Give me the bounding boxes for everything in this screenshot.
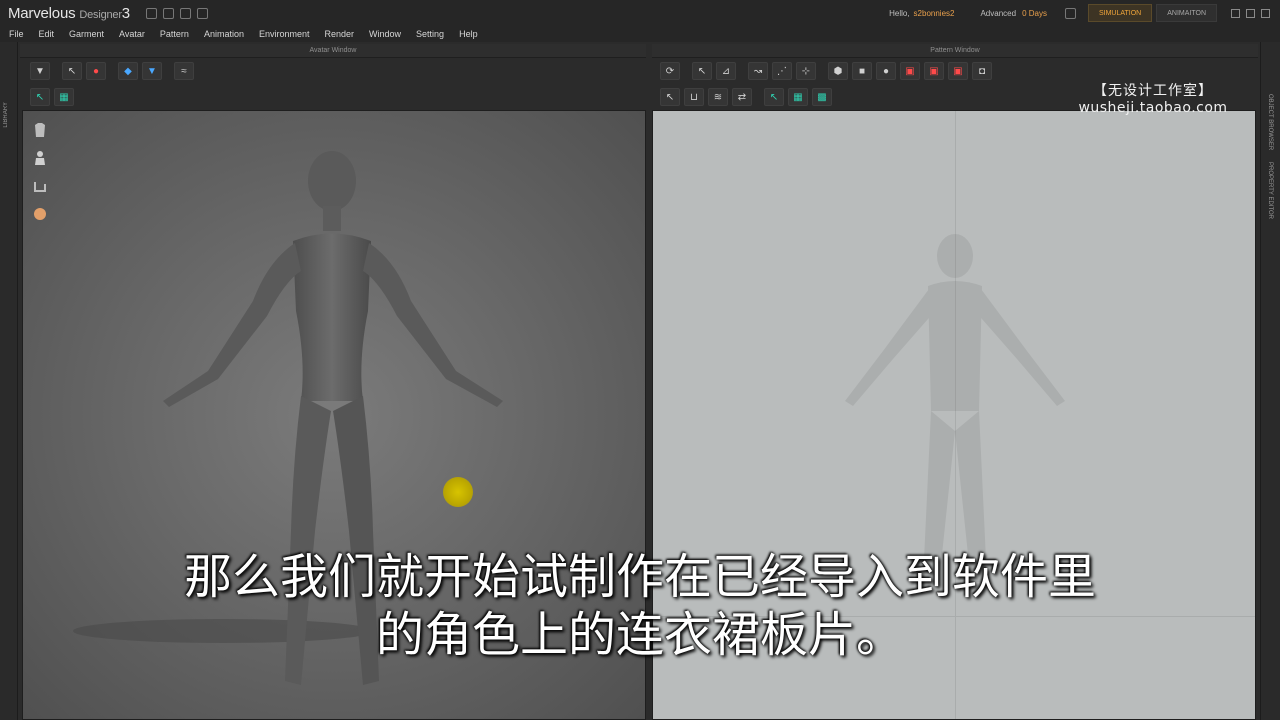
menu-environment[interactable]: Environment xyxy=(259,29,310,39)
polygon-icon[interactable]: ⬢ xyxy=(828,62,848,80)
minimize-icon[interactable] xyxy=(1231,8,1240,18)
pattern-toolbar-bottom: ↖ ⊔ ≋ ⇄ ↖ ▦ ▩ xyxy=(660,84,832,110)
segment-sewing-icon[interactable]: ↖ xyxy=(660,88,680,106)
fold-icon[interactable]: ≈ xyxy=(174,62,194,80)
add-point-icon[interactable]: ⊹ xyxy=(796,62,816,80)
grid-2d-icon[interactable]: ▦ xyxy=(788,88,808,106)
save-icon[interactable] xyxy=(145,7,157,19)
free-sewing-icon[interactable]: ⊔ xyxy=(684,88,704,106)
edit-sewing-icon[interactable]: ≋ xyxy=(708,88,728,106)
app-sub: Designer xyxy=(79,8,122,21)
select-mesh-2d-icon[interactable]: ↖ xyxy=(764,88,784,106)
gizmo-icon[interactable]: ▼ xyxy=(142,62,162,80)
watermark: 【无设计工作室】 wusheji.taobao.com xyxy=(1060,80,1246,116)
window-controls xyxy=(1231,8,1270,18)
menu-avatar[interactable]: Avatar xyxy=(119,29,145,39)
app-title: Marvelous Designer3 xyxy=(8,5,130,22)
simulation-mode-label: SIMULATION xyxy=(1098,9,1142,17)
menu-bar: File Edit Garment Avatar Pattern Animati… xyxy=(0,26,1280,42)
maximize-icon[interactable] xyxy=(1246,8,1255,18)
redo-icon[interactable] xyxy=(196,7,208,19)
select-mesh-icon[interactable]: ↖ xyxy=(30,88,50,106)
internal-polygon-icon[interactable]: ▣ xyxy=(900,62,920,80)
app-name: Marvelous xyxy=(8,4,76,22)
subtitle-line-2: 的角色上的连衣裙板片。 xyxy=(375,607,904,663)
menu-setting[interactable]: Setting xyxy=(416,29,444,39)
library-label: LIBRARY xyxy=(3,102,9,128)
watermark-cn: 【无设计工作室】 xyxy=(1093,83,1213,99)
username[interactable]: s2bonnies2 xyxy=(914,9,955,18)
pattern-window-header: Pattern Window xyxy=(652,44,1258,58)
grid-icon[interactable]: ▦ xyxy=(54,88,74,106)
subtitle-line-1: 那么我们就开始试制作在已经导入到软件里 xyxy=(183,549,1096,605)
simulation-mode-tab[interactable]: SIMULATION xyxy=(1087,4,1153,22)
app-version: 3 xyxy=(121,4,130,22)
days-remaining: 0 Days xyxy=(1022,8,1047,18)
edit-pattern-icon[interactable]: ⊿ xyxy=(716,62,736,80)
select-pattern-icon[interactable]: ↖ xyxy=(692,62,712,80)
circle-icon[interactable]: ● xyxy=(876,62,896,80)
property-editor-tab[interactable]: PROPERTY EDITOR xyxy=(1267,162,1273,219)
internal-circle-icon[interactable]: ▣ xyxy=(948,62,968,80)
menu-animation[interactable]: Animation xyxy=(204,29,244,39)
avatar-toolbar-bottom: ↖ ▦ xyxy=(30,84,74,110)
pattern-toolbar-top: ⟳ ↖ ⊿ ↝ ⋰ ⊹ ⬢ ■ ● ▣ ▣ ▣ ◘ xyxy=(660,58,992,84)
refresh-icon[interactable]: ⟳ xyxy=(660,62,680,80)
avatar-toolbar-top: ▼ ↖ ● ◆ ▼ ≈ xyxy=(30,58,194,84)
hello-label: Hello, xyxy=(889,8,910,18)
dart-icon[interactable]: ◘ xyxy=(972,62,992,80)
texture-icon[interactable]: ▩ xyxy=(812,88,832,106)
subtitle: 那么我们就开始试制作在已经导入到软件里 的角色上的连衣裙板片。 xyxy=(0,548,1280,664)
curve-icon[interactable]: ↝ xyxy=(748,62,768,80)
object-browser-tab[interactable]: OBJECT BROWSER xyxy=(1267,94,1273,150)
transform-icon[interactable]: ◆ xyxy=(118,62,138,80)
rectangle-icon[interactable]: ■ xyxy=(852,62,872,80)
point-icon[interactable]: ⋰ xyxy=(772,62,792,80)
menu-pattern[interactable]: Pattern xyxy=(160,29,189,39)
menu-edit[interactable]: Edit xyxy=(39,29,55,39)
record-icon[interactable]: ● xyxy=(86,62,106,80)
quick-access-toolbar xyxy=(145,7,208,19)
menu-file[interactable]: File xyxy=(9,29,24,39)
avatar-window-header: Avatar Window xyxy=(20,44,646,58)
watermark-url: wusheji.taobao.com xyxy=(1078,100,1228,116)
menu-render[interactable]: Render xyxy=(325,29,355,39)
menu-garment[interactable]: Garment xyxy=(69,29,104,39)
undo-icon[interactable] xyxy=(179,7,191,19)
close-icon[interactable] xyxy=(1261,8,1270,18)
settings-icon[interactable] xyxy=(1064,7,1076,19)
animation-mode-tab[interactable]: ANIMAITON xyxy=(1156,4,1217,22)
internal-rectangle-icon[interactable]: ▣ xyxy=(924,62,944,80)
animation-mode-label: ANIMAITON xyxy=(1167,9,1206,17)
plan-label: Advanced xyxy=(980,8,1017,18)
arrow-down-icon[interactable]: ▼ xyxy=(30,62,50,80)
title-bar: Marvelous Designer3 Hello, s2bonnies2 Ad… xyxy=(0,0,1280,26)
tack-icon[interactable]: ⇄ xyxy=(732,88,752,106)
cursor-highlight xyxy=(443,477,473,507)
open-icon[interactable] xyxy=(162,7,174,19)
select-icon[interactable]: ↖ xyxy=(62,62,82,80)
menu-help[interactable]: Help xyxy=(459,29,478,39)
menu-window[interactable]: Window xyxy=(369,29,401,39)
title-right: Hello, s2bonnies2 Advanced 0 Days SIMULA… xyxy=(889,0,1280,26)
